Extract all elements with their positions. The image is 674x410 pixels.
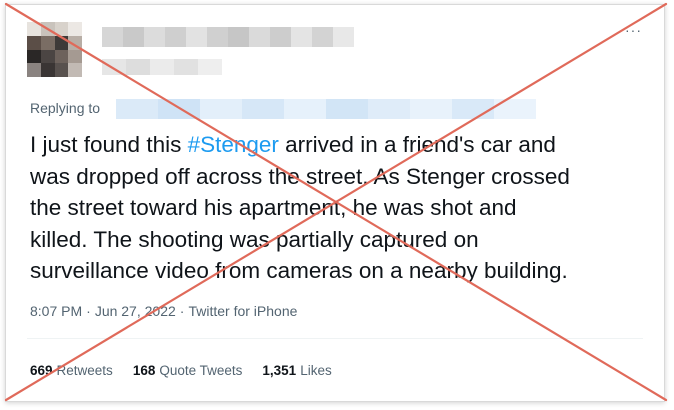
tweet-metadata: 8:07 PM · Jun 27, 2022 · Twitter for iPh…: [30, 303, 297, 319]
divider: [27, 338, 643, 339]
username-redacted[interactable]: [102, 59, 222, 75]
separator-dot: ·: [86, 303, 91, 319]
retweets-count: 669: [30, 363, 53, 378]
tweet-date[interactable]: Jun 27, 2022: [95, 303, 176, 319]
retweets-link[interactable]: 669 Retweets: [30, 363, 113, 378]
tweet-text: I just found this #Stenger arrived in a …: [30, 129, 660, 287]
replying-to-handle-redacted[interactable]: [116, 99, 536, 119]
replying-to-label: Replying to: [30, 97, 100, 119]
quote-tweets-label: Quote Tweets: [159, 363, 243, 378]
replying-to-text: Replying to: [30, 100, 101, 116]
tweet-text-segment: arrived in a friend's car and: [278, 132, 556, 157]
tweet-line: was dropped off across the street. As St…: [30, 163, 570, 189]
retweets-label: Retweets: [56, 363, 113, 378]
tweet-line: the street toward his apartment, he was …: [30, 195, 517, 220]
engagement-stats: 669 Retweets 168 Quote Tweets 1,351 Likes: [30, 363, 332, 378]
tweet-line: killed. The shooting was partially captu…: [30, 226, 479, 252]
more-options-icon[interactable]: ···: [625, 23, 642, 37]
likes-link[interactable]: 1,351 Likes: [262, 363, 331, 378]
tweet-card: ··· Replying to I just found this #Steng…: [5, 4, 665, 402]
tweet-line: surveillance video from cameras on a nea…: [30, 258, 568, 283]
display-name-redacted[interactable]: [102, 27, 354, 47]
likes-count: 1,351: [262, 363, 297, 378]
tweet-text-segment: I just found this: [30, 132, 188, 157]
hashtag-link[interactable]: #Stenger: [188, 132, 279, 157]
avatar[interactable]: [27, 22, 82, 77]
separator-dot: ·: [179, 303, 185, 319]
likes-label: Likes: [300, 363, 332, 378]
quote-tweets-link[interactable]: 168 Quote Tweets: [133, 363, 243, 378]
tweet-time[interactable]: 8:07 PM: [30, 303, 82, 319]
tweet-source[interactable]: Twitter for iPhone: [188, 303, 297, 319]
tweet-line: I just found this #Stenger arrived in a …: [30, 129, 660, 161]
quote-tweets-count: 168: [132, 363, 156, 378]
